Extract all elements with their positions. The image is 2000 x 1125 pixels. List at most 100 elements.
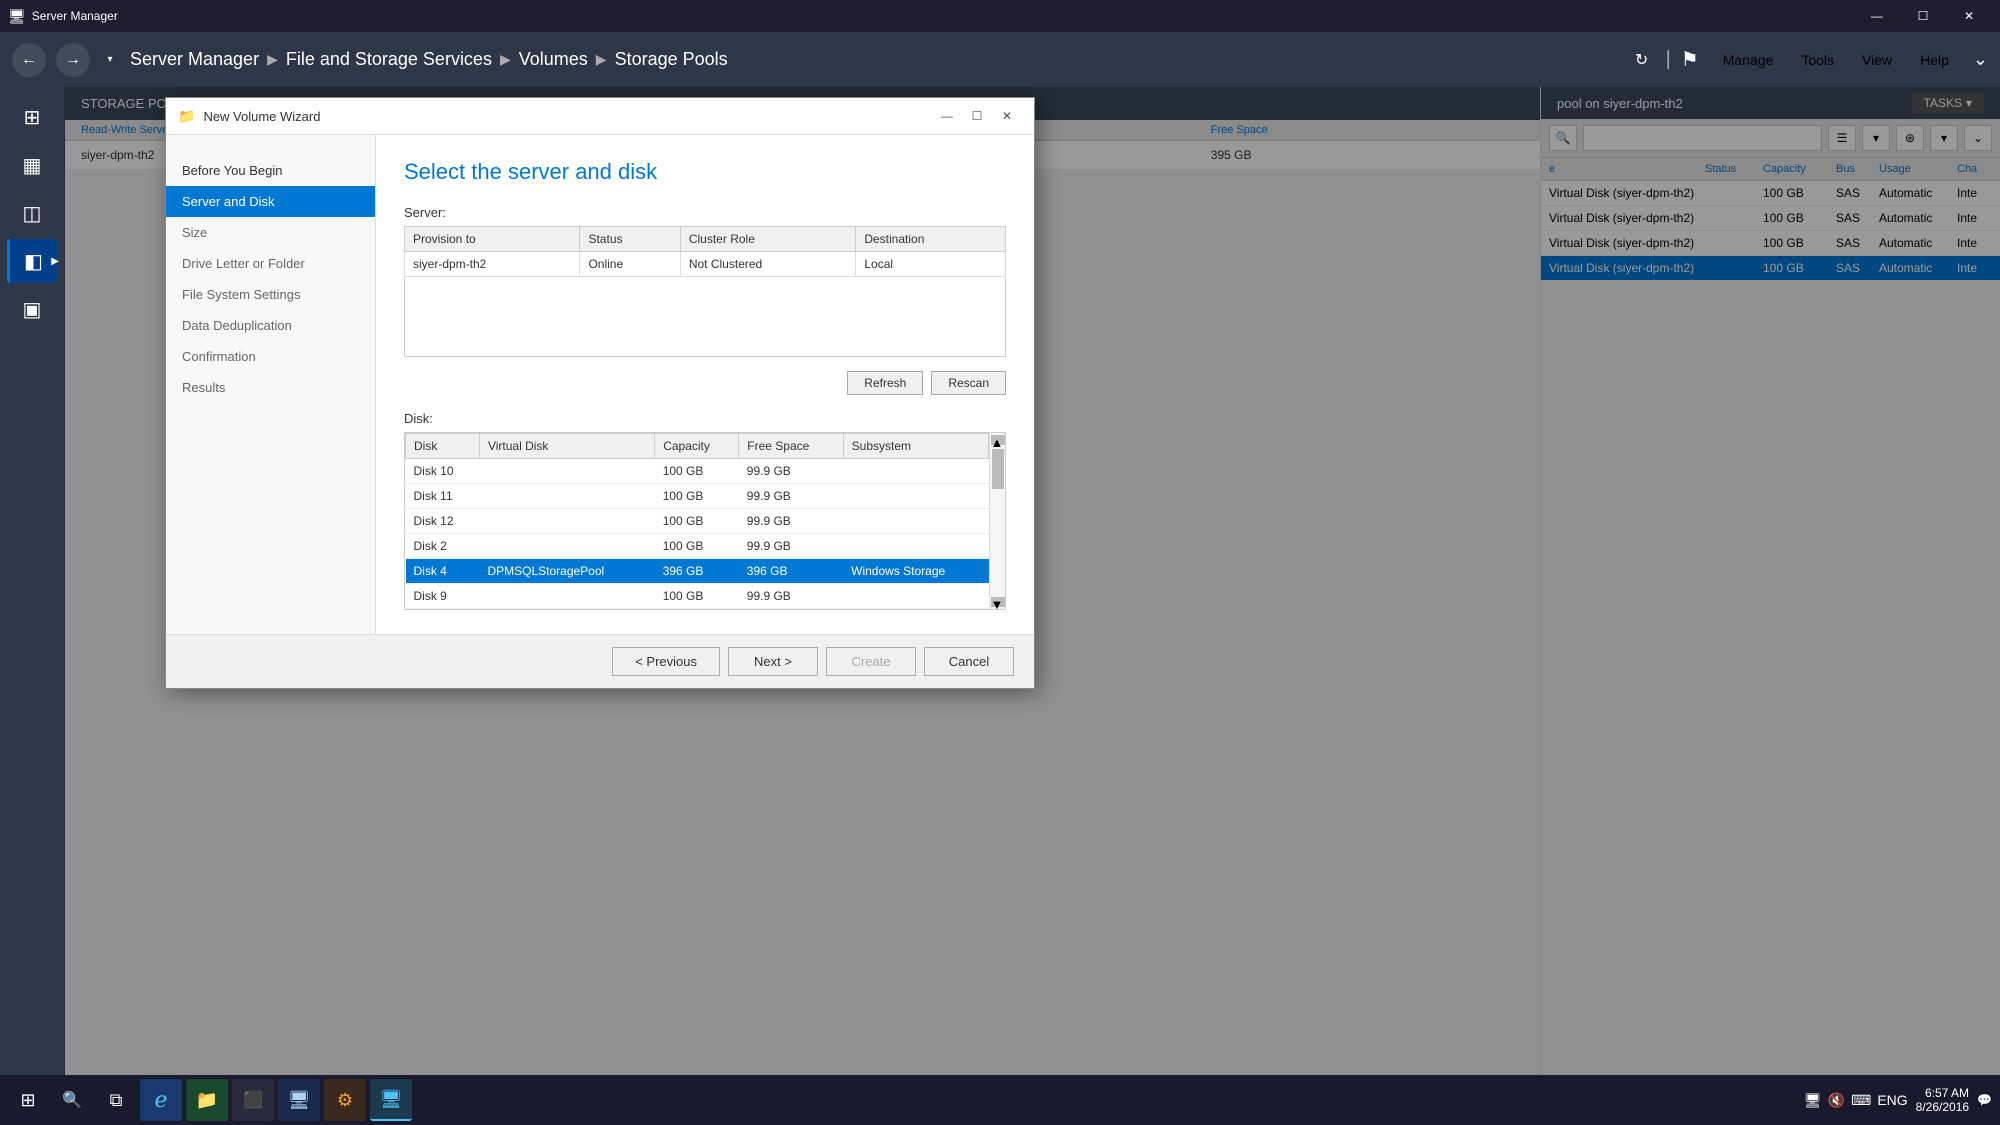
breadcrumb-sep-2: ▶ [500,51,511,68]
taskbar-ie[interactable]: ℯ [140,1079,182,1121]
cmd-icon: ⬛ [243,1090,263,1110]
nav-view[interactable]: View [1856,48,1898,72]
wizard-nav-drive-letter: Drive Letter or Folder [166,248,375,279]
cancel-button[interactable]: Cancel [924,647,1014,676]
wizard-nav-results: Results [166,372,375,403]
back-button[interactable]: ← [12,43,46,77]
wizard-close[interactable]: ✕ [992,104,1022,128]
scrollbar-up[interactable]: ▲ [991,435,1005,445]
rescan-button[interactable]: Rescan [931,371,1006,395]
close-button[interactable]: ✕ [1946,0,1992,32]
disk-row-5-selected[interactable]: Disk 4 DPMSQLStoragePool 396 GB 396 GB W… [406,559,989,584]
sidebar-item-all-servers[interactable]: ◫ [7,191,57,235]
nav-dropdown-button[interactable]: ▾ [100,43,120,77]
breadcrumb-file-storage[interactable]: File and Storage Services [286,49,492,70]
taskbar-cmd[interactable]: ⬛ [232,1079,274,1121]
taskbar-server-manager-1[interactable]: 🖥 [278,1079,320,1121]
disk-row-3[interactable]: Disk 12 100 GB 99.9 GB [406,509,989,534]
nav-manage[interactable]: Manage [1717,48,1780,72]
nav-tools[interactable]: Tools [1795,48,1840,72]
sidebar-item-file-storage[interactable]: ◧ ▶ [7,239,57,283]
taskbar-server-manager-2[interactable]: 🖥 [370,1079,412,1121]
sidebar-item-other[interactable]: ▣ [7,287,57,331]
notifications-icon[interactable]: 💬 [1977,1093,1992,1107]
disk-row-4[interactable]: Disk 2 100 GB 99.9 GB [406,534,989,559]
forward-button[interactable]: → [56,43,90,77]
taskbar-clock[interactable]: 6:57 AM 8/26/2016 [1916,1086,1969,1114]
server-empty-space [405,277,1006,357]
expand-button[interactable]: ⌄ [1973,49,1988,70]
disk-row3-disk: Disk 12 [406,509,480,534]
refresh-button[interactable]: ↻ [1628,46,1656,74]
wizard-minimize[interactable]: — [932,104,962,128]
task-view-button[interactable]: ⧉ [96,1080,136,1120]
minimize-button[interactable]: — [1854,0,1900,32]
disk-row1-virtual [479,459,654,484]
server-table: Provision to Status Cluster Role Destina… [404,226,1006,357]
disk-row4-subsystem [843,534,988,559]
nav-help[interactable]: Help [1914,48,1955,72]
file-storage-icon: ◧ [24,249,43,274]
disk-col-subsystem: Subsystem [843,434,988,459]
next-button[interactable]: Next > [728,647,818,676]
taskbar-sys-icons: 🖥 🔇 ⌨ ENG [1804,1092,1908,1109]
app-icon: 🖥 [8,8,26,25]
flag-icon: ⚑ [1681,47,1699,72]
breadcrumb-volumes[interactable]: Volumes [519,49,588,70]
disk-col-free: Free Space [739,434,843,459]
breadcrumb: Server Manager ▶ File and Storage Servic… [130,49,1618,70]
disk-row4-capacity: 100 GB [655,534,739,559]
breadcrumb-server-manager[interactable]: Server Manager [130,49,259,70]
disk-row6-subsystem [843,584,988,609]
keyboard-icon: ⌨ [1851,1092,1871,1109]
nav-divider: | [1666,48,1671,71]
disk-col-virtual: Virtual Disk [479,434,654,459]
disk-row-6[interactable]: Disk 9 100 GB 99.9 GB [406,584,989,609]
disk-table: Disk Virtual Disk Capacity Free Space Su… [405,433,989,609]
maximize-button[interactable]: ☐ [1900,0,1946,32]
scrollbar-down[interactable]: ▼ [991,597,1005,607]
disk-row2-disk: Disk 11 [406,484,480,509]
breadcrumb-sep-3: ▶ [596,51,607,68]
breadcrumb-sep-1: ▶ [267,51,278,68]
server-row-1[interactable]: siyer-dpm-th2 Online Not Clustered Local [405,252,1006,277]
disk-row3-free: 99.9 GB [739,509,843,534]
wizard-main-content: Select the server and disk Server: Provi… [376,135,1034,634]
disk-row5-capacity: 396 GB [655,559,739,584]
server-btn-row: Refresh Rescan [404,371,1006,395]
wizard-maximize[interactable]: ☐ [962,104,992,128]
sidebar: ⊞ ▦ ◫ ◧ ▶ ▣ [0,87,65,1075]
taskbar-right: 🖥 🔇 ⌨ ENG 6:57 AM 8/26/2016 💬 [1804,1086,1992,1114]
disk-row-1[interactable]: Disk 10 100 GB 99.9 GB [406,459,989,484]
disk-table-container: Disk Virtual Disk Capacity Free Space Su… [404,432,1006,610]
wizard-footer: < Previous Next > Create Cancel [166,634,1034,688]
disk-row5-subsystem: Windows Storage [843,559,988,584]
wizard-icon: 📁 [178,108,195,125]
disk-col-capacity: Capacity [655,434,739,459]
server-col-provision: Provision to [405,227,580,252]
taskbar-explorer[interactable]: 📁 [186,1079,228,1121]
ie-icon: ℯ [154,1087,167,1113]
nav-bar: ← → ▾ Server Manager ▶ File and Storage … [0,32,2000,87]
breadcrumb-storage-pools[interactable]: Storage Pools [615,49,728,70]
refresh-button[interactable]: Refresh [847,371,923,395]
disk-row3-capacity: 100 GB [655,509,739,534]
disk-row-2[interactable]: Disk 11 100 GB 99.9 GB [406,484,989,509]
taskbar-search[interactable]: 🔍 [52,1080,92,1120]
taskbar: ⊞ 🔍 ⧉ ℯ 📁 ⬛ 🖥 ⚙ 🖥 🖥 🔇 ⌨ ENG 6:57 AM 8/26… [0,1075,2000,1125]
start-button[interactable]: ⊞ [8,1080,48,1120]
other-icon: ▣ [23,297,42,322]
server-row1-status: Online [580,252,680,277]
wizard-nav-before-you-begin: Before You Begin [166,155,375,186]
clock-time: 6:57 AM [1925,1086,1969,1100]
sm-icon-1: 🖥 [288,1090,311,1111]
scrollbar-thumb[interactable] [992,449,1004,489]
sidebar-item-dashboard[interactable]: ⊞ [7,95,57,139]
disk-table-scrollbar[interactable]: ▲ ▼ [989,433,1005,609]
previous-button[interactable]: < Previous [612,647,720,676]
taskbar-app-2[interactable]: ⚙ [324,1079,366,1121]
volume-icon: 🔇 [1828,1092,1845,1109]
sidebar-item-local-server[interactable]: ▦ [7,143,57,187]
create-button[interactable]: Create [826,647,916,676]
local-server-icon: ▦ [23,153,42,178]
